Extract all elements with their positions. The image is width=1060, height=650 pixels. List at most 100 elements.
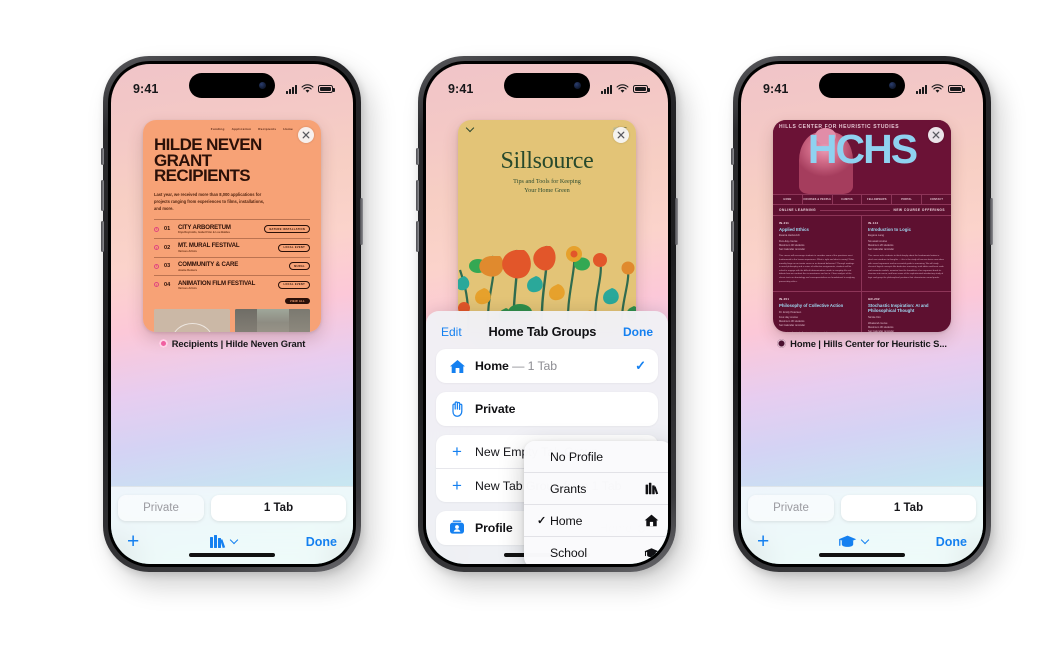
cellular-signal-icon — [601, 84, 612, 94]
private-mode-pill[interactable]: Private — [748, 495, 834, 521]
chevron-down-icon — [860, 535, 869, 545]
mute-switch[interactable] — [731, 148, 734, 165]
tab-group-row-private[interactable]: Private — [436, 392, 658, 426]
page-nav: Funding Application Recipients Home — [143, 120, 321, 131]
home-indicator[interactable] — [189, 553, 275, 557]
tab-count-pill[interactable]: 1 Tab — [211, 495, 346, 521]
close-tab-button[interactable] — [298, 127, 314, 143]
volume-down-button[interactable] — [101, 221, 104, 252]
context-menu-item-grants[interactable]: Grants — [524, 472, 668, 504]
course-name: Applied Ethics — [779, 226, 809, 232]
recipient-row[interactable]: 04 ANIMATION FILM FESTIVAL Various Artis… — [154, 275, 310, 294]
close-tab-button[interactable] — [928, 127, 944, 143]
recipient-name: CITY ARBORETUM — [178, 223, 231, 231]
volume-up-button[interactable] — [731, 180, 734, 211]
phone-3-screen: 9:41 HILLS CENTER FOR HEURISTIC STUDIES … — [741, 64, 983, 564]
chevron-down-icon — [465, 123, 475, 133]
course-instructor: Nicole Kim — [868, 316, 881, 319]
close-icon — [302, 131, 310, 139]
page-sillsource: 🛒 ☰ Sillsource Tips and Tools for Keepin… — [458, 120, 636, 332]
nav-item[interactable]: COURSES & PEOPLE — [803, 195, 833, 204]
battery-icon — [948, 85, 965, 93]
nav-item[interactable]: PORTAL — [892, 195, 923, 204]
plus-icon[interactable]: + — [757, 531, 769, 552]
status-indicators — [601, 84, 650, 94]
recipient-number: 04 — [164, 281, 171, 288]
phone-3-bottom-bar: Private 1 Tab + Done — [741, 486, 983, 564]
tab-title-text: Home | Hills Center for Heuristic S... — [790, 338, 947, 349]
tab-count-pill[interactable]: 1 Tab — [841, 495, 976, 521]
panel-header: Edit Home Tab Groups Done — [426, 311, 668, 349]
house-icon — [448, 357, 466, 375]
recipient-row[interactable]: 03 COMMUNITY & CARE Joanie Demers MURAL — [154, 256, 310, 276]
recipients-list: 01 CITY ARBORETUM Kiya Reynolds, Isabel … — [154, 219, 310, 293]
recipient-info: COMMUNITY & CARE Joanie Demers — [178, 261, 284, 272]
volume-up-button[interactable] — [416, 180, 419, 211]
tab-group-row-home[interactable]: Home — 1 Tab ✓ — [436, 349, 658, 383]
tab-groups-panel: Edit Home Tab Groups Done Home — 1 Tab ✓ — [426, 311, 668, 564]
mute-switch[interactable] — [416, 148, 419, 165]
tab-card-hchs[interactable]: HILLS CENTER FOR HEURISTIC STUDIES HCHS … — [773, 120, 951, 332]
nav-item[interactable]: CONTACT — [922, 195, 951, 204]
recipient-info: CITY ARBORETUM Kiya Reynolds, Isabel Fin… — [178, 224, 259, 235]
no-icon — [644, 449, 659, 464]
done-button[interactable]: Done — [623, 325, 653, 339]
nav-item[interactable]: Recipients — [258, 127, 276, 131]
hand-raised-icon — [448, 400, 466, 418]
course-code: IN-144 — [868, 221, 879, 225]
nav-item[interactable]: Funding — [211, 127, 225, 131]
tab-group-selector[interactable] — [838, 534, 869, 549]
volume-up-button[interactable] — [101, 180, 104, 211]
context-menu-item-school[interactable]: School — [524, 536, 668, 564]
done-button[interactable]: Done — [306, 535, 337, 549]
tab-title-row: Home | Hills Center for Heuristic S... — [741, 338, 983, 349]
recipient-number: 01 — [164, 226, 171, 233]
nav-item[interactable]: Home — [283, 127, 293, 131]
tab-mode-pills: Private 1 Tab — [741, 487, 983, 521]
tab-group-list: Home — 1 Tab ✓ — [436, 349, 658, 383]
graduation-cap-icon — [838, 535, 856, 547]
nav-item[interactable]: HOME — [773, 195, 803, 204]
home-indicator[interactable] — [819, 553, 905, 557]
recipient-tag: LOCAL EVENT — [278, 243, 310, 252]
nav-item[interactable]: CAMPUS — [833, 195, 863, 204]
tab-title-text: Recipients | Hilde Neven Grant — [171, 338, 306, 349]
done-button[interactable]: Done — [936, 535, 967, 549]
course-cell[interactable]: IN-144 Introduction to Logic Eugene Lang… — [862, 216, 951, 293]
volume-down-button[interactable] — [416, 221, 419, 252]
close-tab-button[interactable] — [613, 127, 629, 143]
checkmark-icon: ✓ — [537, 515, 547, 527]
context-menu-label: No Profile — [550, 449, 603, 464]
page-images — [154, 309, 310, 332]
volume-down-button[interactable] — [731, 221, 734, 252]
nav-item[interactable]: Application — [232, 127, 252, 131]
course-name: Introduction to Logic — [868, 226, 911, 232]
course-cell[interactable]: IN-211 Applied Ethics Evania Herkovich F… — [773, 216, 862, 293]
context-menu-item-no-profile[interactable]: No Profile — [524, 441, 668, 472]
edit-button[interactable]: Edit — [441, 325, 462, 339]
tab-group-selector[interactable] — [209, 534, 238, 549]
private-mode-pill[interactable]: Private — [118, 495, 204, 521]
recipient-row[interactable]: 01 CITY ARBORETUM Kiya Reynolds, Isabel … — [154, 219, 310, 238]
close-icon — [932, 131, 940, 139]
nav-item[interactable]: FELLOWSHIPS — [862, 195, 893, 204]
phone-2-bezel: 9:41 🛒 ☰ Sillsource — [423, 61, 671, 567]
tab-card-hilde[interactable]: Funding Application Recipients Home HILD… — [143, 120, 321, 332]
mute-switch[interactable] — [101, 148, 104, 165]
context-menu-item-home[interactable]: ✓ Home — [524, 504, 668, 536]
power-button[interactable] — [675, 198, 678, 245]
plus-icon[interactable]: + — [127, 531, 139, 552]
power-button[interactable] — [990, 198, 993, 245]
course-cell[interactable]: GR-202 Stochastic Inspiration: AI and Ph… — [862, 292, 951, 332]
image-alley — [234, 309, 310, 332]
recipient-row[interactable]: 02 MT. MURAL FESTIVAL Various Artists LO… — [154, 237, 310, 257]
profile-card-icon — [448, 519, 466, 537]
course-cell[interactable]: IN-201 Philosophy of Collective Action D… — [773, 292, 862, 332]
tab-card-sillsource[interactable]: 🛒 ☰ Sillsource Tips and Tools for Keepin… — [458, 120, 636, 332]
page-toolbar: 🛒 ☰ — [458, 120, 636, 133]
power-button[interactable] — [360, 198, 363, 245]
bottom-bar-actions: + Done — [741, 521, 983, 552]
view-all-button[interactable]: VIEW ALL — [284, 297, 310, 305]
cellular-signal-icon — [286, 84, 297, 94]
view-all-row: VIEW ALL — [154, 297, 310, 305]
